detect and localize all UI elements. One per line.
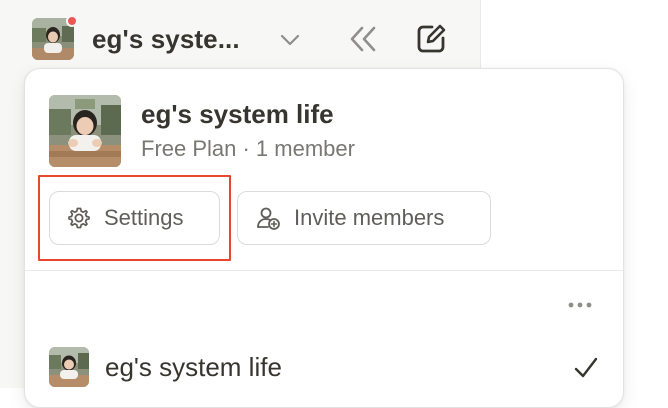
popup-divider [25,270,623,271]
add-person-icon [257,207,280,230]
workspace-switcher[interactable]: eg's syste... [32,15,240,60]
gear-icon [68,207,90,229]
popup-plan-info: Free Plan · 1 member [141,136,355,161]
workspace-list-name: eg's system life [105,351,282,382]
workspace-list-avatar [49,347,89,387]
popup-workspace-title: eg's system life [141,99,334,129]
settings-button[interactable]: Settings [49,191,220,245]
workspace-name: eg's syste... [92,23,240,54]
popup-header: eg's system life Free Plan · 1 member [49,95,355,167]
popup-titles: eg's system life Free Plan · 1 member [141,97,355,167]
ellipsis-icon[interactable] [565,295,595,315]
checkmark-icon [573,355,599,381]
invite-members-button[interactable]: Invite members [237,191,491,245]
new-page-icon[interactable] [412,20,450,58]
chevron-down-icon[interactable] [276,26,304,54]
settings-label: Settings [104,205,184,230]
workspace-large-avatar [49,95,121,167]
workspace-avatar-wrap [32,15,78,60]
workspace-popup: eg's system life Free Plan · 1 member Se… [24,68,624,408]
notification-dot [66,15,78,27]
invite-members-label: Invite members [294,205,445,230]
double-chevron-left-icon[interactable] [344,20,382,58]
workspace-list-item[interactable]: eg's system life [49,347,282,387]
